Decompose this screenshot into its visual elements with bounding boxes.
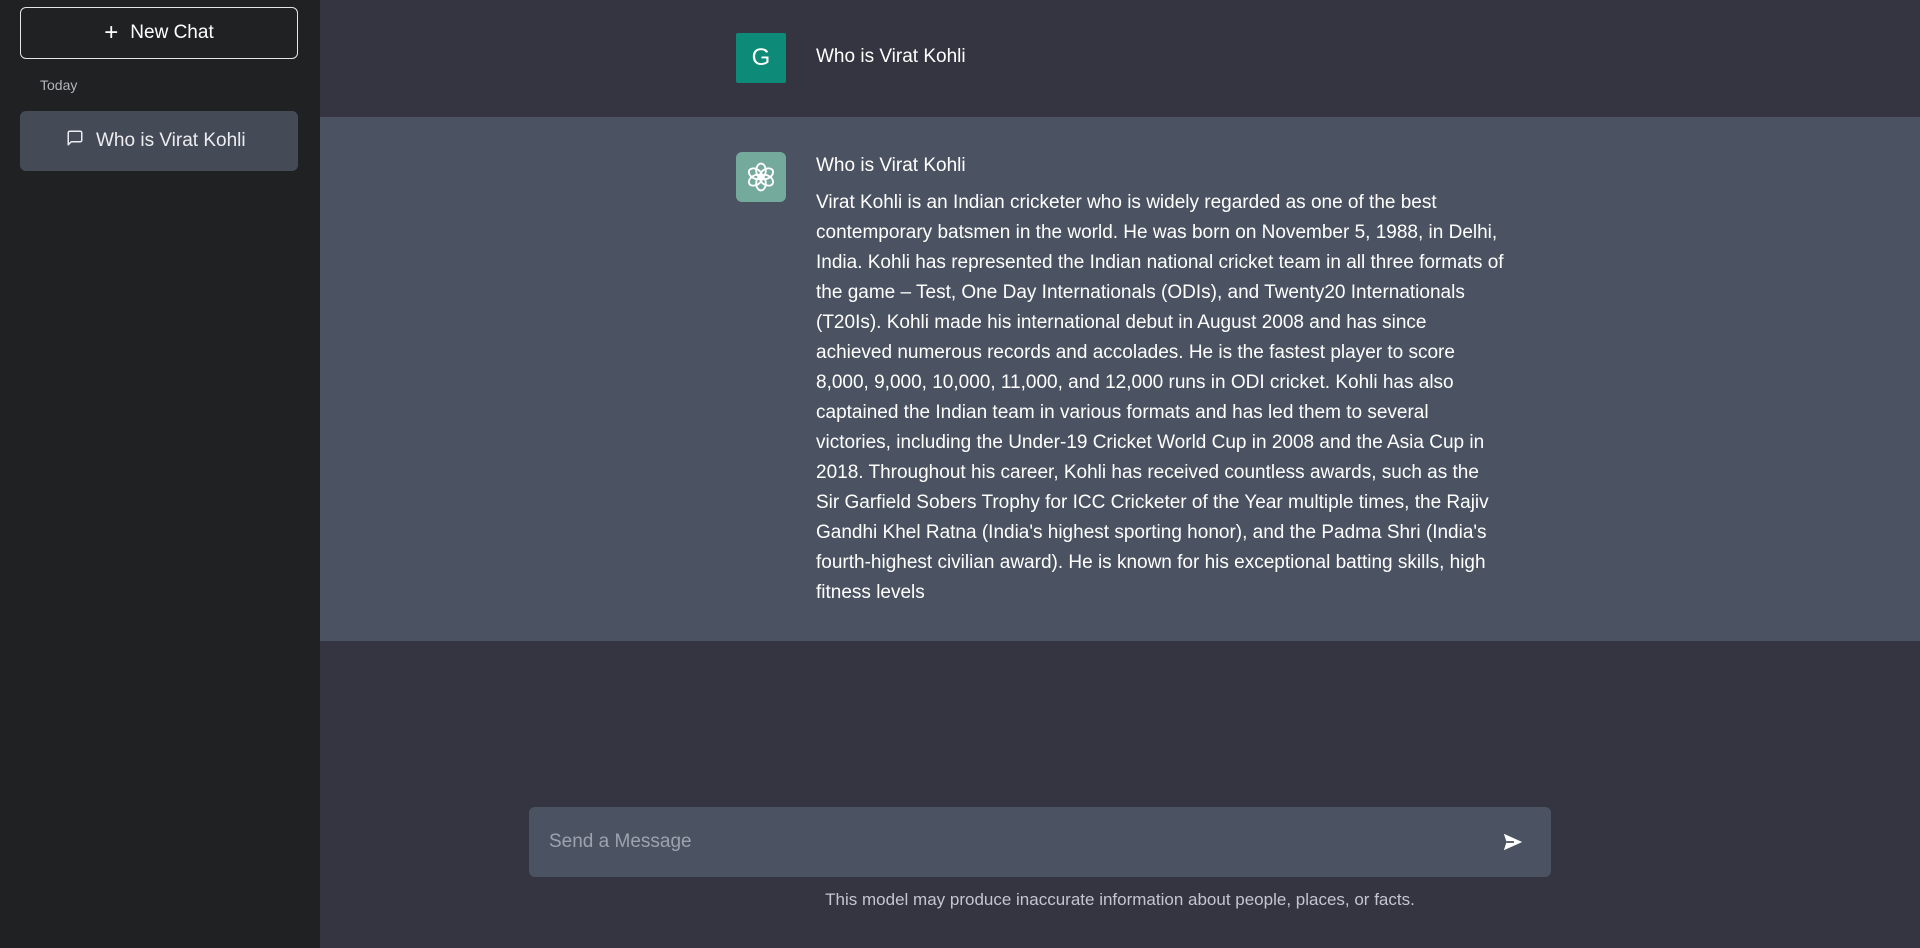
new-chat-label: New Chat: [130, 22, 214, 43]
plus-icon: +: [104, 19, 119, 46]
history-item-label: Who is Virat Kohli: [96, 130, 246, 151]
message-input[interactable]: [549, 831, 1497, 853]
history-item[interactable]: Who is Virat Kohli: [20, 111, 298, 171]
user-message-text: Who is Virat Kohli: [816, 46, 966, 67]
user-message-row: G Who is Virat Kohli: [320, 0, 1920, 117]
message-composer: [529, 807, 1551, 877]
history-section-label: Today: [40, 77, 78, 93]
sidebar: + New Chat Today Who is Virat Kohli: [0, 0, 320, 948]
new-chat-button[interactable]: + New Chat: [20, 7, 298, 59]
assistant-message-body: Virat Kohli is an Indian cricketer who i…: [816, 192, 1504, 603]
assistant-message-content: Who is Virat Kohli Virat Kohli is an Ind…: [816, 153, 1506, 608]
app-window: + New Chat Today Who is Virat Kohli G Wh…: [0, 0, 1920, 948]
openai-logo-icon: [736, 152, 786, 202]
send-icon: [1503, 833, 1523, 851]
assistant-message-row: Who is Virat Kohli Virat Kohli is an Ind…: [320, 117, 1920, 641]
chat-main: G Who is Virat Kohli Who is Virat Kohli …: [320, 0, 1920, 948]
chat-bubble-icon: [66, 129, 84, 153]
user-avatar: G: [736, 33, 786, 83]
disclaimer-text: This model may produce inaccurate inform…: [825, 890, 1415, 909]
assistant-message-heading: Who is Virat Kohli: [816, 155, 966, 176]
send-button[interactable]: [1497, 826, 1529, 858]
